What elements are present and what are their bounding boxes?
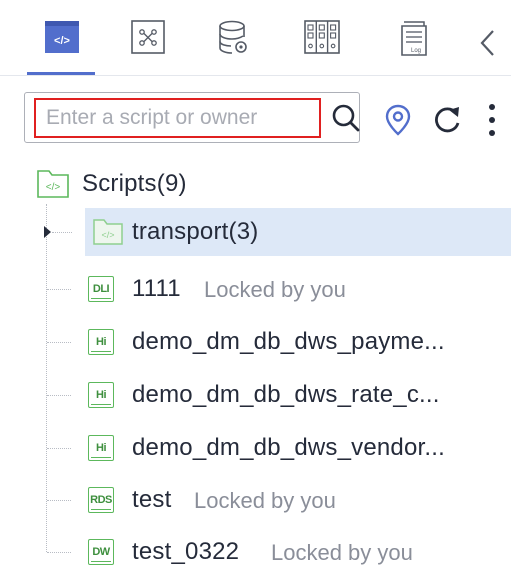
tree-item-label: demo_dm_db_dws_payme... xyxy=(132,328,445,355)
folder-code-icon: </> xyxy=(37,170,69,198)
resource-columns-icon xyxy=(304,20,340,54)
search-icon[interactable] xyxy=(331,103,361,133)
tree-connector xyxy=(47,500,71,501)
tree-connector xyxy=(47,552,71,553)
tab-database[interactable] xyxy=(214,20,254,64)
tree-connector xyxy=(47,395,71,396)
tree-item-label: transport(3) xyxy=(132,218,259,245)
tree-item-script[interactable]: DW test_0322 Locked by you xyxy=(0,528,511,576)
database-settings-icon xyxy=(219,20,247,54)
log-document-icon: Log xyxy=(401,21,427,56)
tree-root-label: Scripts(9) xyxy=(82,170,187,197)
tree-connector xyxy=(52,232,72,233)
tree-item-script[interactable]: Hi demo_dm_db_dws_rate_c... xyxy=(0,371,511,419)
explorer-tab-bar: </> Log xyxy=(0,0,511,76)
workflow-nodes-icon xyxy=(131,20,165,54)
dli-script-icon: DLI xyxy=(88,276,114,302)
folder-code-icon: </> xyxy=(93,219,123,245)
tab-bar-divider xyxy=(0,75,511,76)
hive-script-icon: Hi xyxy=(88,435,114,461)
rds-script-icon: RDS xyxy=(88,487,114,513)
locked-status: Locked by you xyxy=(271,540,413,565)
tab-logs[interactable]: Log xyxy=(395,20,435,64)
tree-root-scripts[interactable]: </> Scripts(9) xyxy=(0,160,511,208)
tree-item-script[interactable]: RDS test Locked by you xyxy=(0,476,511,524)
refresh-icon[interactable] xyxy=(432,104,462,136)
tree-item-label: test_0322 xyxy=(132,538,240,565)
script-search-box xyxy=(24,92,360,143)
location-pin-icon[interactable] xyxy=(385,104,411,136)
dws-script-icon: DW xyxy=(88,539,114,565)
tree-item-label: demo_dm_db_dws_vendor... xyxy=(132,434,446,461)
tree-item-label: demo_dm_db_dws_rate_c... xyxy=(132,381,440,408)
tree-item-script[interactable]: Hi demo_dm_db_dws_vendor... xyxy=(0,424,511,472)
svg-text:</>: </> xyxy=(46,182,61,193)
tree-connector xyxy=(47,289,71,290)
locked-status: Locked by you xyxy=(194,488,336,513)
tree-connector xyxy=(47,342,71,343)
tree-item-script[interactable]: Hi demo_dm_db_dws_payme... xyxy=(0,318,511,366)
tree-item-transport[interactable]: </> transport(3) xyxy=(0,208,511,256)
tree-item-label: test xyxy=(132,486,172,513)
more-vertical-icon[interactable] xyxy=(486,102,498,138)
svg-text:</>: </> xyxy=(101,230,114,240)
hive-script-icon: Hi xyxy=(88,382,114,408)
tree-item-script[interactable]: DLI 1111 Locked by you xyxy=(0,265,511,313)
code-script-icon: </> xyxy=(45,21,79,53)
search-input[interactable] xyxy=(34,98,321,138)
collapse-panel-icon[interactable] xyxy=(476,26,500,60)
tab-resources[interactable] xyxy=(302,20,342,64)
tree-connector xyxy=(47,448,71,449)
expand-caret-icon[interactable] xyxy=(44,226,51,238)
tab-scripts[interactable]: </> xyxy=(42,20,82,64)
locked-status: Locked by you xyxy=(204,277,346,302)
hive-script-icon: Hi xyxy=(88,329,114,355)
tab-jobs[interactable] xyxy=(128,20,168,64)
svg-text:</>: </> xyxy=(54,35,70,47)
svg-text:Log: Log xyxy=(411,48,421,54)
tree-item-label: 1111 xyxy=(132,275,181,302)
